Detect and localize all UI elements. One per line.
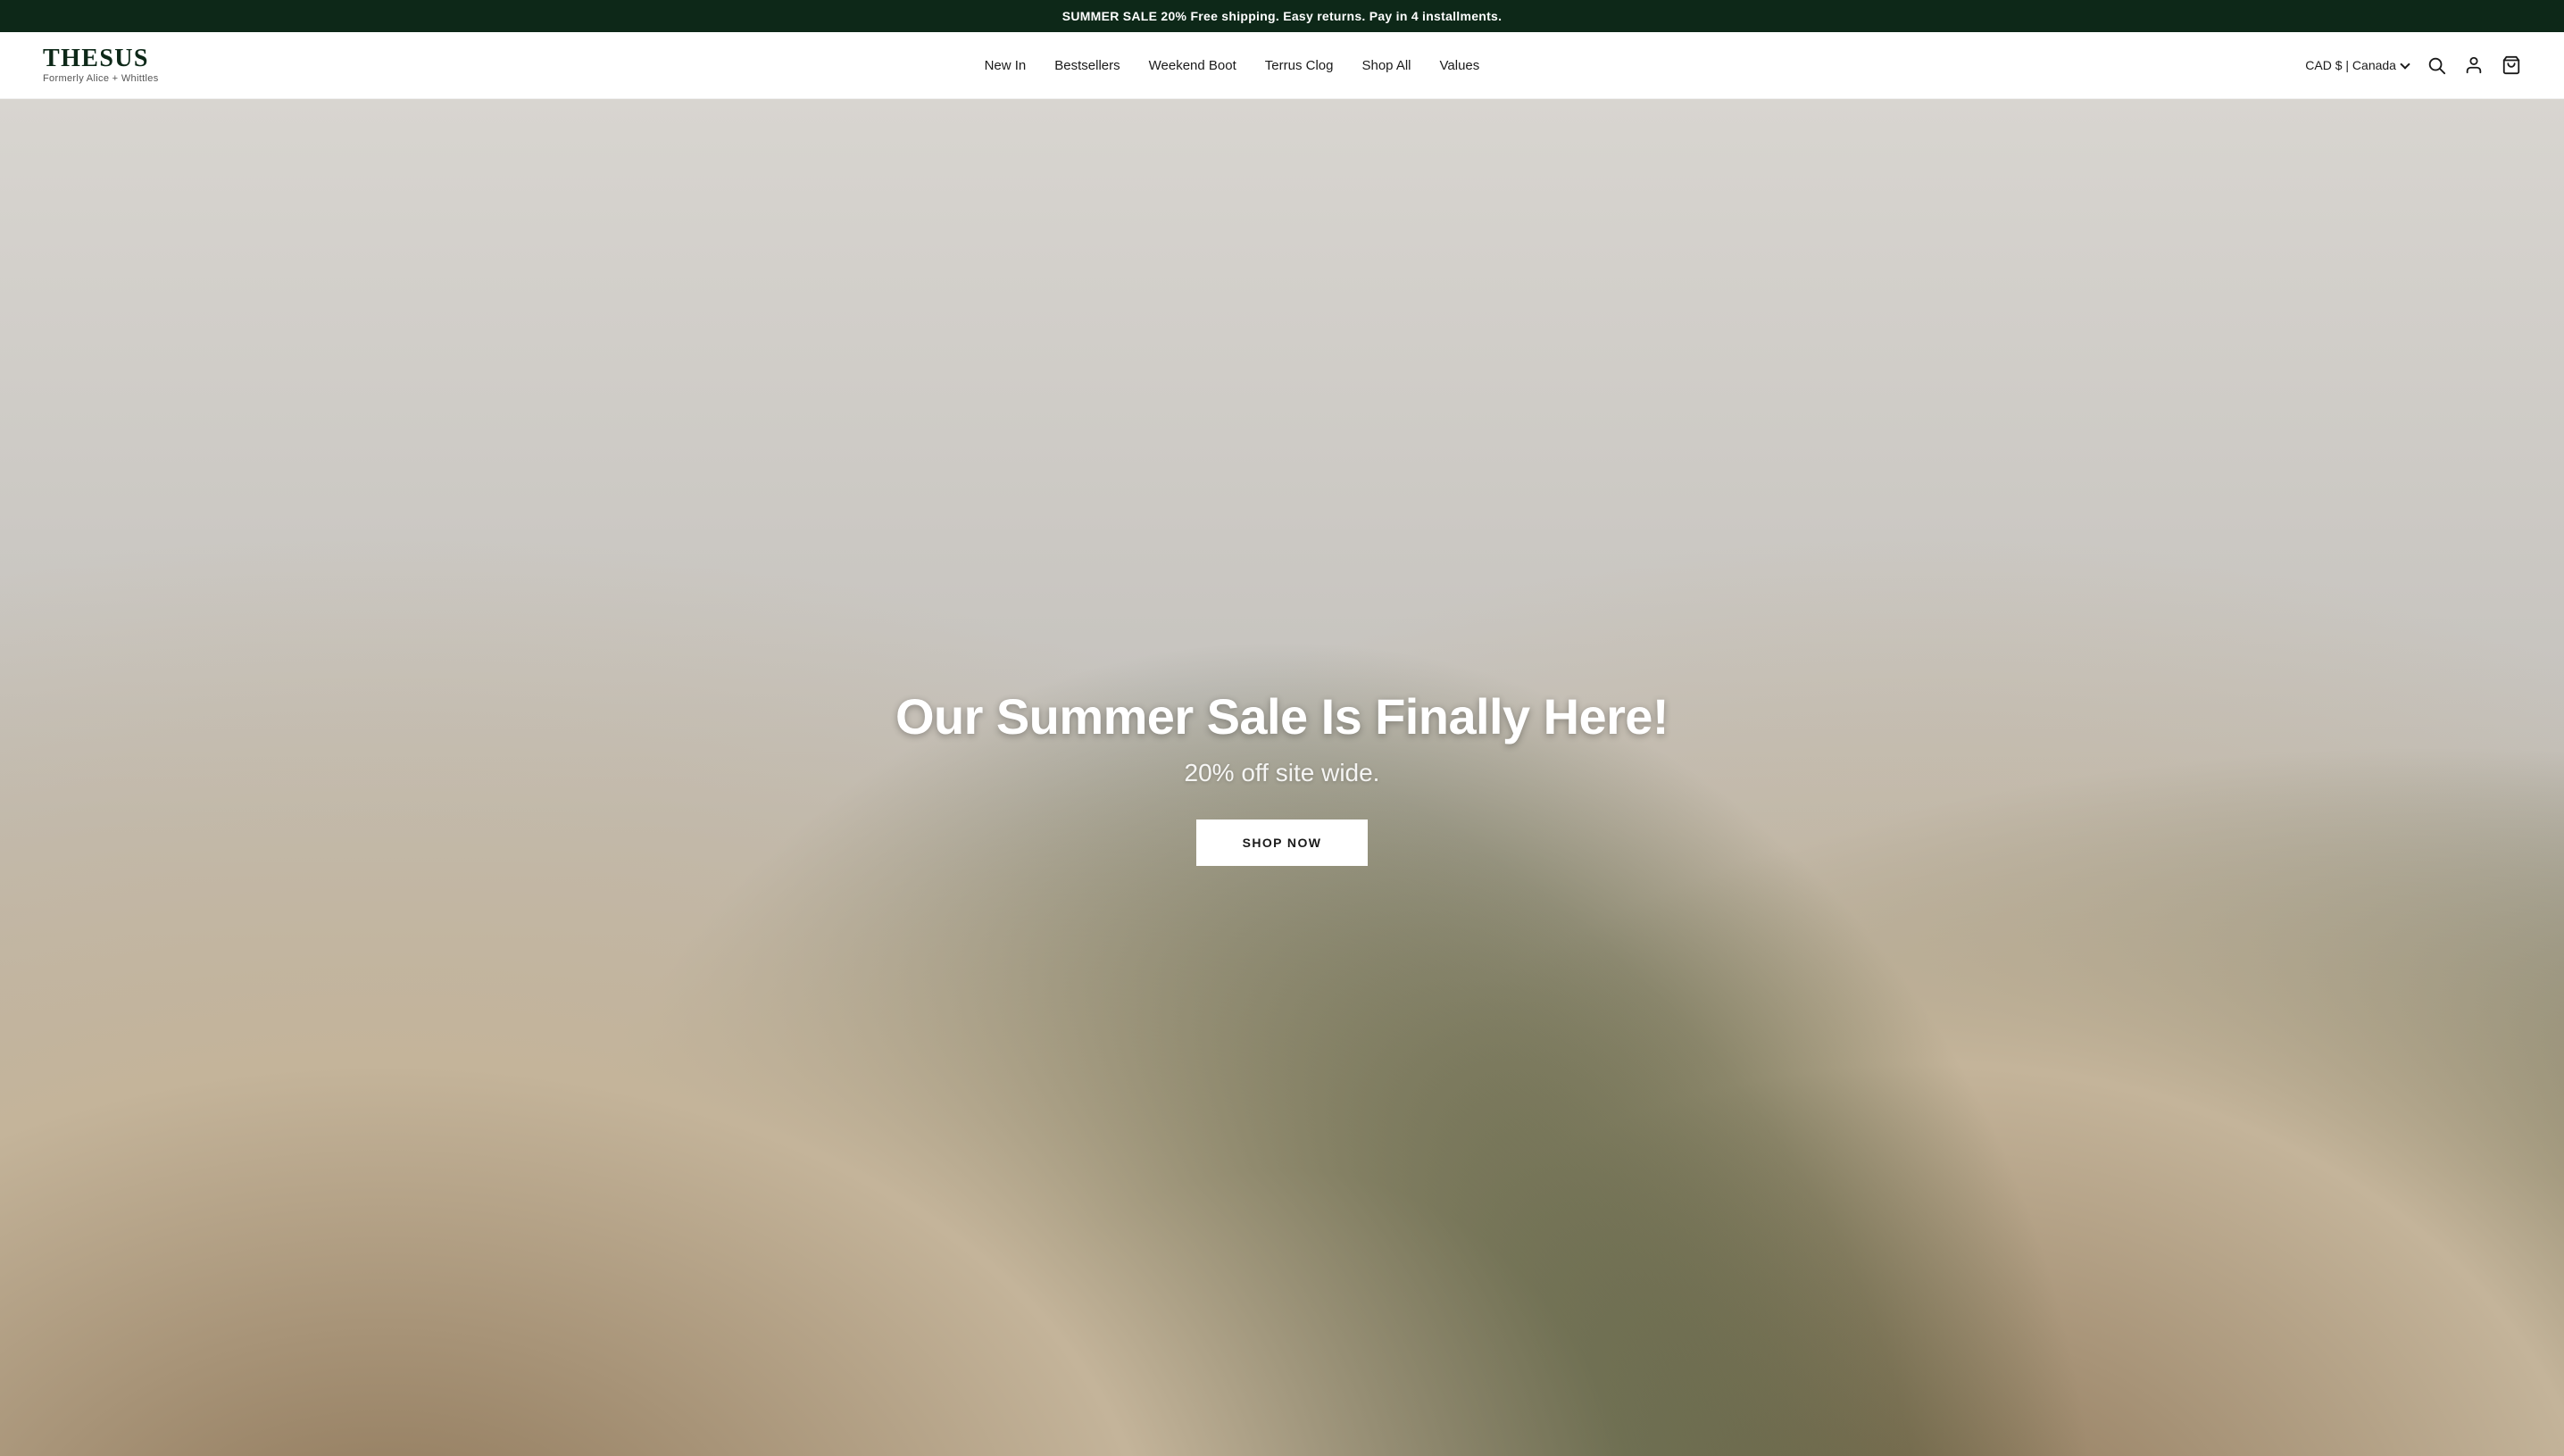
account-icon: [2464, 55, 2484, 75]
nav-item-new-in[interactable]: New In: [985, 58, 1027, 73]
currency-label: CAD $ | Canada: [2305, 58, 2396, 72]
logo[interactable]: THESUS Formerly Alice + Whittles: [43, 46, 159, 84]
cart-icon: [2502, 55, 2521, 75]
nav-item-shop-all[interactable]: Shop All: [1361, 58, 1411, 73]
site-header: THESUS Formerly Alice + Whittles New In …: [0, 32, 2564, 99]
announcement-text: SUMMER SALE 20% Free shipping. Easy retu…: [1062, 9, 1503, 23]
hero-content: Our Summer Sale Is Finally Here! 20% off…: [860, 653, 1704, 902]
shop-now-button[interactable]: SHOP NOW: [1196, 820, 1369, 866]
main-navigation: New In Bestsellers Weekend Boot Terrus C…: [985, 58, 1480, 73]
search-icon: [2427, 55, 2446, 75]
search-button[interactable]: [2427, 55, 2446, 75]
hero-section: Our Summer Sale Is Finally Here! 20% off…: [0, 99, 2564, 1456]
currency-selector[interactable]: CAD $ | Canada: [2305, 58, 2409, 72]
nav-item-weekend-boot[interactable]: Weekend Boot: [1149, 58, 1236, 73]
header-right-controls: CAD $ | Canada: [2305, 55, 2521, 75]
hero-title: Our Summer Sale Is Finally Here!: [895, 689, 1669, 745]
chevron-down-icon: [2402, 58, 2409, 72]
hero-subtitle: 20% off site wide.: [895, 759, 1669, 787]
announcement-bar: SUMMER SALE 20% Free shipping. Easy retu…: [0, 0, 2564, 32]
cart-button[interactable]: [2502, 55, 2521, 75]
nav-item-bestsellers[interactable]: Bestsellers: [1054, 58, 1120, 73]
logo-subtitle: Formerly Alice + Whittles: [43, 73, 159, 84]
nav-item-terrus-clog[interactable]: Terrus Clog: [1265, 58, 1334, 73]
logo-name: THESUS: [43, 46, 149, 71]
nav-item-values[interactable]: Values: [1440, 58, 1480, 73]
account-button[interactable]: [2464, 55, 2484, 75]
